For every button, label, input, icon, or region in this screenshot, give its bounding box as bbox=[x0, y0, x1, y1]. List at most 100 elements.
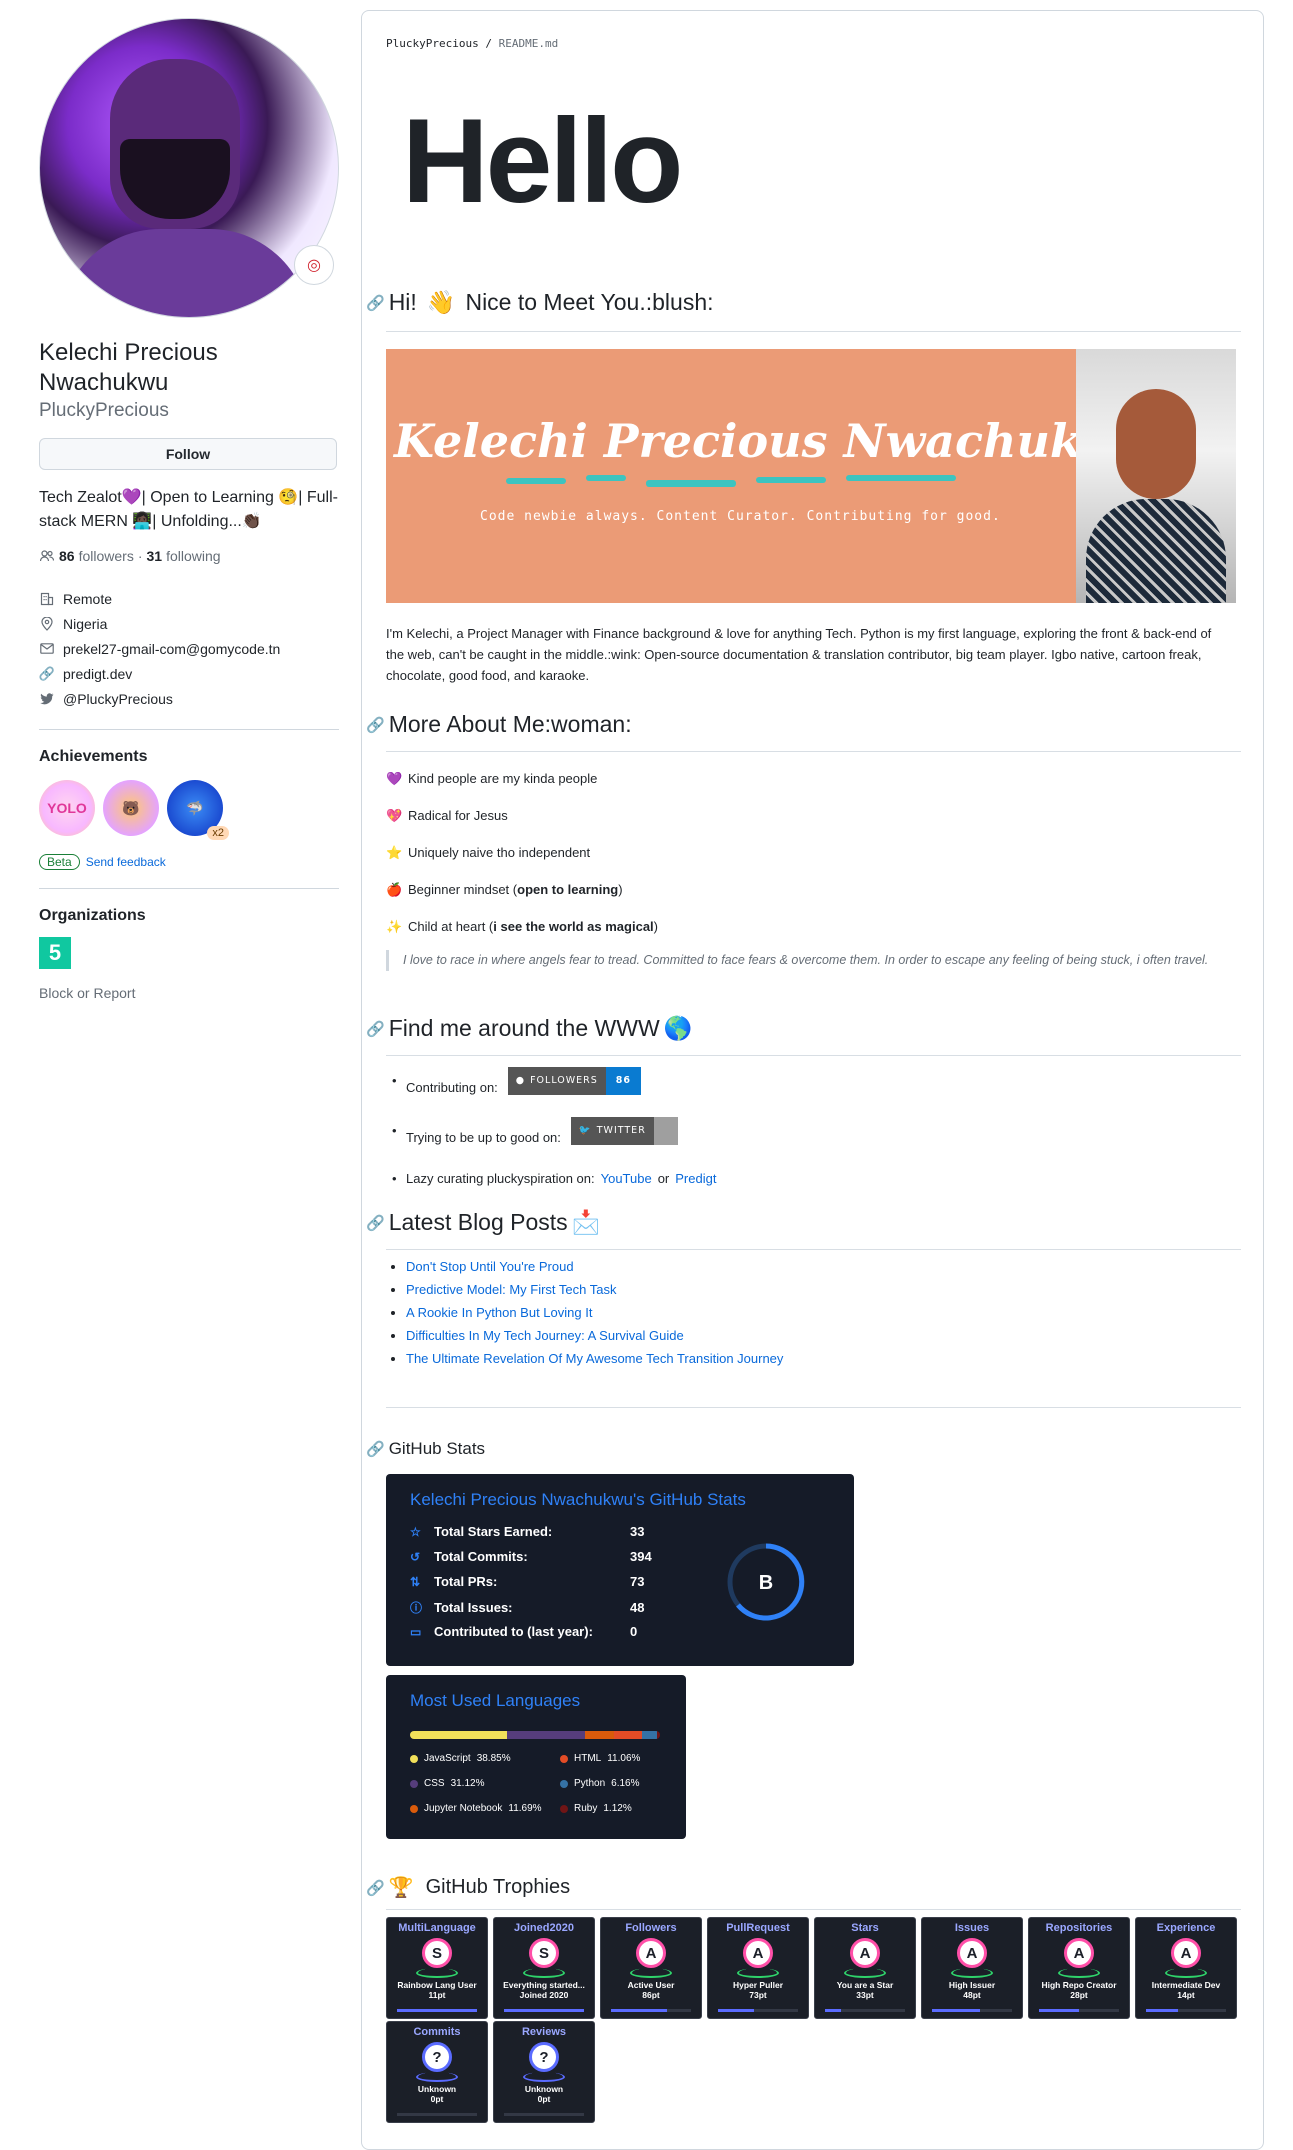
stats-label: Contributed to (last year): bbox=[434, 1624, 593, 1639]
stats-card-title: Kelechi Precious Nwachukwu's GitHub Stat… bbox=[410, 1490, 746, 1509]
twitter-bird-icon: 🐦 bbox=[578, 1125, 592, 1136]
blog-post-link[interactable]: Predictive Model: My First Tech Task bbox=[406, 1282, 616, 1297]
trophy-category: Followers bbox=[625, 1922, 677, 1934]
breadcrumb-separator: / bbox=[485, 37, 492, 50]
language-item: Ruby 1.12% bbox=[560, 1803, 632, 1814]
apple-icon: 🍎 bbox=[386, 881, 403, 897]
section-rule bbox=[386, 1407, 1241, 1408]
star-icon: ⭐ bbox=[386, 844, 403, 860]
anchor-link-icon[interactable]: 🔗 bbox=[366, 1214, 385, 1232]
wave-emoji-icon: 👋 bbox=[426, 289, 456, 315]
twitter-shield-badge[interactable]: 🐦 TWITTER bbox=[570, 1116, 678, 1145]
trophy-category: Reviews bbox=[521, 2026, 567, 2038]
trophy-progress-bar bbox=[611, 2009, 691, 2012]
trophy-progress-bar bbox=[504, 2009, 584, 2012]
bear-badge-icon[interactable]: 🐻 bbox=[103, 780, 159, 836]
trophy-card[interactable]: PullRequest A Hyper Puller 73pt bbox=[707, 1917, 809, 2019]
trophy-card[interactable]: Reviews? Unknown 0pt bbox=[493, 2021, 595, 2123]
profile-email: prekel27-gmail-com@gomycode.tn bbox=[39, 636, 339, 661]
anchor-link-icon[interactable]: 🔗 bbox=[366, 1879, 385, 1897]
trophy-category: Repositories bbox=[1045, 1922, 1113, 1934]
anchor-link-icon[interactable]: 🔗 bbox=[366, 1020, 385, 1038]
profile-sidebar: ◎ Kelechi Precious Nwachukwu PluckyPreci… bbox=[39, 18, 339, 1001]
status-target-icon[interactable]: ◎ bbox=[294, 245, 334, 285]
trophy-progress-bar bbox=[1146, 2009, 1226, 2012]
language-pct: 1.12% bbox=[603, 1803, 632, 1814]
languages-card[interactable]: Most Used Languages JavaScript 38.85% HTM… bbox=[386, 1675, 686, 1839]
sidebar-divider bbox=[39, 729, 339, 730]
stats-row: ☆ Total Stars Earned: 33 bbox=[410, 1524, 644, 1539]
following-count[interactable]: 31 bbox=[147, 548, 163, 564]
list-item: Predictive Model: My First Tech Task bbox=[406, 1282, 783, 1297]
language-bar-segment bbox=[641, 1731, 658, 1739]
blog-post-link[interactable]: A Rookie In Python But Loving It bbox=[406, 1305, 592, 1320]
hello-heading: Hello bbox=[402, 94, 683, 228]
stats-label: Total Issues: bbox=[434, 1600, 513, 1615]
list-item-text: Uniquely naive tho independent bbox=[408, 845, 591, 860]
yolo-badge-icon[interactable]: YOLO bbox=[39, 780, 95, 836]
blog-post-link[interactable]: Difficulties In My Tech Journey: A Survi… bbox=[406, 1328, 684, 1343]
blog-post-link[interactable]: The Ultimate Revelation Of My Awesome Te… bbox=[406, 1351, 783, 1366]
language-bar-segment bbox=[410, 1731, 508, 1739]
github-stats-card[interactable]: Kelechi Precious Nwachukwu's GitHub Stat… bbox=[386, 1474, 854, 1666]
profile-details: Remote Nigeria prekel27-gmail-com@gomyco… bbox=[39, 586, 339, 711]
profile-avatar[interactable] bbox=[39, 18, 339, 318]
trophy-card[interactable]: Stars A You are a Star 33pt bbox=[814, 1917, 916, 2019]
name-banner-image: Kelechi Precious Nwachukwu Code newbie a… bbox=[386, 349, 1236, 603]
trophy-card[interactable]: Experience A Intermediate Dev 14pt bbox=[1135, 1917, 1237, 2019]
breadcrumb-file[interactable]: README.md bbox=[499, 37, 559, 50]
trophy-rank: A bbox=[1064, 1938, 1094, 1968]
predigt-link[interactable]: Predigt bbox=[675, 1171, 716, 1186]
language-pct: 31.12% bbox=[450, 1778, 485, 1789]
trophy-card[interactable]: Joined2020 S Everything started... Joined 2… bbox=[493, 1917, 595, 2019]
follow-button[interactable]: Follow bbox=[39, 438, 337, 470]
trophy-category: PullRequest bbox=[726, 1922, 790, 1934]
block-report-link[interactable]: Block or Report bbox=[39, 985, 339, 1001]
trophy-card[interactable]: Followers A Active User 86pt bbox=[600, 1917, 702, 2019]
trophy-card[interactable]: Repositories A High Repo Creator 28pt bbox=[1028, 1917, 1130, 2019]
blog-post-link[interactable]: Don't Stop Until You're Proud bbox=[406, 1259, 574, 1274]
trophy-card[interactable]: MultiLanguage S Rainbow Lang User 11pt bbox=[386, 1917, 488, 2019]
trophy-category: MultiLanguage bbox=[398, 1922, 476, 1934]
followers-label[interactable]: followers bbox=[79, 548, 134, 564]
followers-count[interactable]: 86 bbox=[59, 548, 75, 564]
followers-shield-badge[interactable]: ● FOLLOWERS 86 bbox=[507, 1066, 642, 1095]
youtube-link[interactable]: YouTube bbox=[601, 1171, 652, 1186]
website-link[interactable]: predigt.dev bbox=[63, 666, 132, 682]
trophy-progress-bar bbox=[397, 2113, 477, 2116]
trophy-title: Active User bbox=[627, 1980, 675, 1990]
about-list: 💜 Kind people are my kinda people 💖 Radica… bbox=[386, 760, 658, 945]
language-name: Python bbox=[574, 1778, 606, 1789]
trophy-rank: A bbox=[957, 1938, 987, 1968]
rank-letter: B bbox=[759, 1572, 773, 1594]
list-item: 💜 Kind people are my kinda people bbox=[386, 760, 658, 797]
trophy-cup-icon: ? bbox=[523, 2042, 565, 2082]
trophy-card[interactable]: Commits? Unknown 0pt bbox=[386, 2021, 488, 2123]
stats-row: ▭ Contributed to (last year): 0 bbox=[410, 1624, 637, 1639]
languages-bar bbox=[410, 1731, 660, 1739]
about-heading: 🔗 More About Me:woman: bbox=[366, 711, 632, 738]
profile-website: 🔗 predigt.dev bbox=[39, 661, 339, 686]
trophy-points: 11pt bbox=[428, 1990, 446, 2000]
trophy-rank: A bbox=[850, 1938, 880, 1968]
trophy-cup-icon: S bbox=[523, 1938, 565, 1978]
anchor-link-icon[interactable]: 🔗 bbox=[366, 294, 385, 312]
stats-heading: 🔗 GitHub Stats bbox=[366, 1439, 485, 1459]
organization-avatar-icon[interactable]: 5 bbox=[39, 937, 71, 969]
send-feedback-link[interactable]: Send feedback bbox=[86, 855, 166, 869]
trophy-title: Unknown bbox=[417, 2084, 457, 2094]
breadcrumb-user-link[interactable]: PluckyPrecious bbox=[386, 37, 479, 50]
following-label[interactable]: following bbox=[166, 548, 220, 564]
stats-value: 394 bbox=[630, 1549, 652, 1564]
twitter-link[interactable]: @PluckyPrecious bbox=[63, 691, 173, 707]
heading-rule bbox=[386, 1909, 1241, 1910]
sidebar-divider bbox=[39, 888, 339, 889]
list-item: The Ultimate Revelation Of My Awesome Te… bbox=[406, 1351, 783, 1366]
pull-shark-badge-icon[interactable]: 🦈 x2 bbox=[167, 780, 229, 840]
anchor-link-icon[interactable]: 🔗 bbox=[366, 1440, 385, 1458]
anchor-link-icon[interactable]: 🔗 bbox=[366, 716, 385, 734]
email-link[interactable]: prekel27-gmail-com@gomycode.tn bbox=[63, 641, 280, 657]
achievement-badges: YOLO 🐻 🦈 x2 bbox=[39, 780, 339, 840]
trophy-cup-icon: A bbox=[737, 1938, 779, 1978]
trophy-card[interactable]: Issues A High Issuer 48pt bbox=[921, 1917, 1023, 2019]
